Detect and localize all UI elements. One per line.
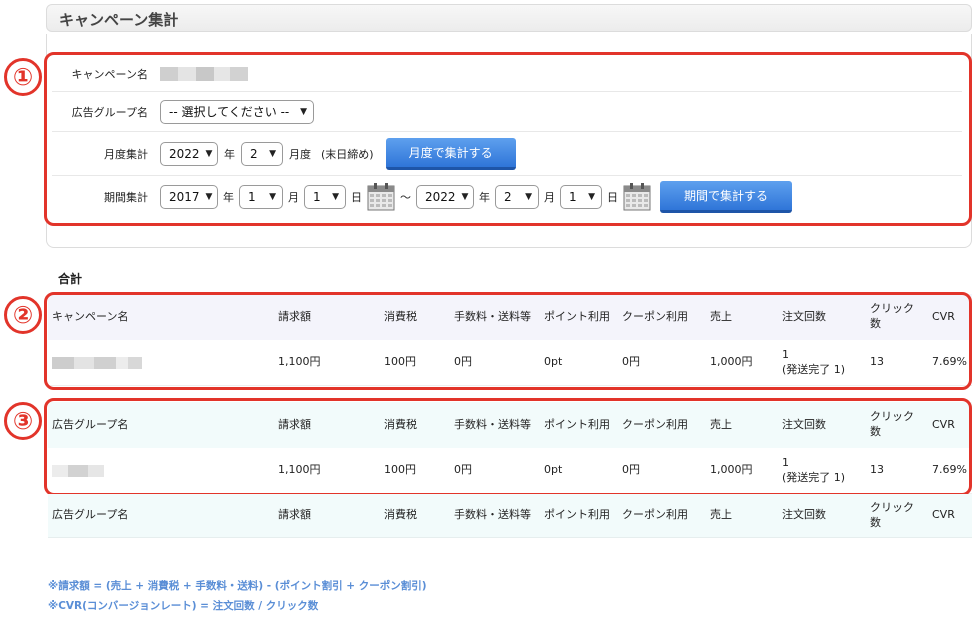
adgroup-table-2-header: 広告グループ名 請求額 消費税 手数料・送料等 ポイント利用 クーポン利用 売上… [48, 494, 972, 538]
badge-3: ③ [4, 402, 42, 440]
col-cvr: CVR [932, 508, 955, 522]
col-adgroup-name: 広告グループ名 [52, 508, 129, 522]
badge-2: ② [4, 296, 42, 334]
total-heading: 合計 [58, 272, 83, 286]
page-title: キャンペーン集計 [59, 11, 179, 29]
highlight-box-3 [44, 398, 972, 496]
highlight-box-2 [44, 292, 972, 390]
col-tax: 消費税 [384, 508, 417, 522]
highlight-box-1 [44, 52, 972, 226]
footnote-cvr-formula: ※CVR(コンバージョンレート) = 注文回数 / クリック数 [48, 600, 319, 612]
col-points: ポイント利用 [544, 508, 610, 522]
col-fees: 手数料・送料等 [454, 508, 531, 522]
adgroup-table-2: 広告グループ名 請求額 消費税 手数料・送料等 ポイント利用 クーポン利用 売上… [48, 494, 972, 538]
col-clicks: クリック 数 [870, 500, 914, 529]
page-title-bar: キャンペーン集計 [46, 4, 972, 32]
footnote-billing-formula: ※請求額 = (売上 + 消費税 + 手数料・送料) - (ポイント割引 + ク… [48, 580, 427, 592]
col-orders: 注文回数 [782, 508, 826, 522]
col-billing: 請求額 [278, 508, 311, 522]
col-coupon: クーポン利用 [622, 508, 688, 522]
badge-1: ① [4, 58, 42, 96]
col-sales: 売上 [710, 508, 732, 522]
